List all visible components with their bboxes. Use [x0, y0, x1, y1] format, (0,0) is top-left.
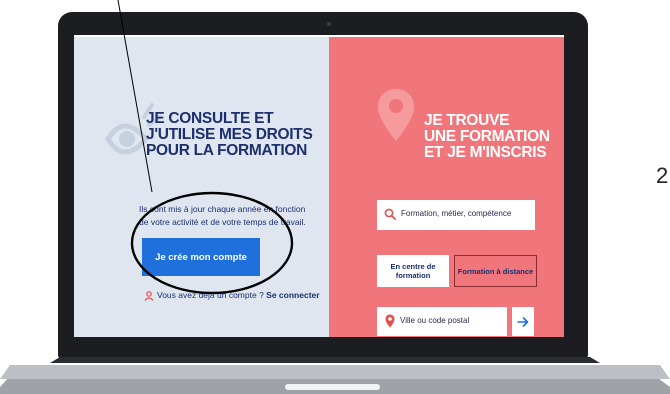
right-title-line: UNE FORMATION — [424, 128, 550, 145]
right-title-line: ET JE M'INSCRIS — [424, 144, 547, 161]
city-placeholder: Ville ou code postal — [400, 316, 470, 325]
location-pin-icon — [385, 314, 395, 328]
create-account-button[interactable]: Je crée mon compte — [142, 238, 260, 276]
right-title-line: JE TROUVE — [424, 112, 510, 129]
left-title-line: POUR LA FORMATION — [146, 142, 308, 159]
search-placeholder: Formation, métier, compétence — [401, 209, 512, 218]
left-title-line: J'UTILISE MES DROITS — [146, 126, 313, 143]
search-icon — [384, 208, 396, 220]
left-panel: JE CONSULTE ET J'UTILISE MES DROITS POUR… — [74, 37, 329, 337]
search-submit-button[interactable] — [512, 307, 534, 336]
tab-in-centre[interactable]: En centre de formation — [377, 255, 449, 287]
training-search-input[interactable]: Formation, métier, compétence — [377, 200, 535, 230]
login-row: Vous avez déjà un compte ? Se connecter — [144, 290, 320, 301]
person-icon — [144, 290, 154, 301]
laptop-base — [0, 357, 670, 394]
tab-distance[interactable]: Formation à distance — [454, 255, 537, 287]
city-input[interactable]: Ville ou code postal — [377, 307, 507, 336]
right-panel-title: JE TROUVE UNE FORMATION ET JE M'INSCRIS — [424, 113, 564, 161]
left-title-line: JE CONSULTE ET — [146, 110, 274, 127]
rights-description: Ils sont mis à jour chaque année en fonc… — [139, 204, 306, 227]
camera-icon — [327, 22, 331, 26]
arrow-right-icon — [517, 316, 529, 327]
login-prompt: Vous avez déjà un compte ? — [157, 290, 264, 300]
location-pin-icon — [378, 89, 414, 141]
login-link[interactable]: Se connecter — [266, 290, 319, 300]
laptop-screen: JE CONSULTE ET J'UTILISE MES DROITS POUR… — [74, 35, 564, 337]
left-panel-title: JE CONSULTE ET J'UTILISE MES DROITS POUR… — [146, 111, 326, 159]
page-number: 2 — [656, 163, 669, 188]
right-panel: JE TROUVE UNE FORMATION ET JE M'INSCRIS … — [329, 37, 564, 337]
